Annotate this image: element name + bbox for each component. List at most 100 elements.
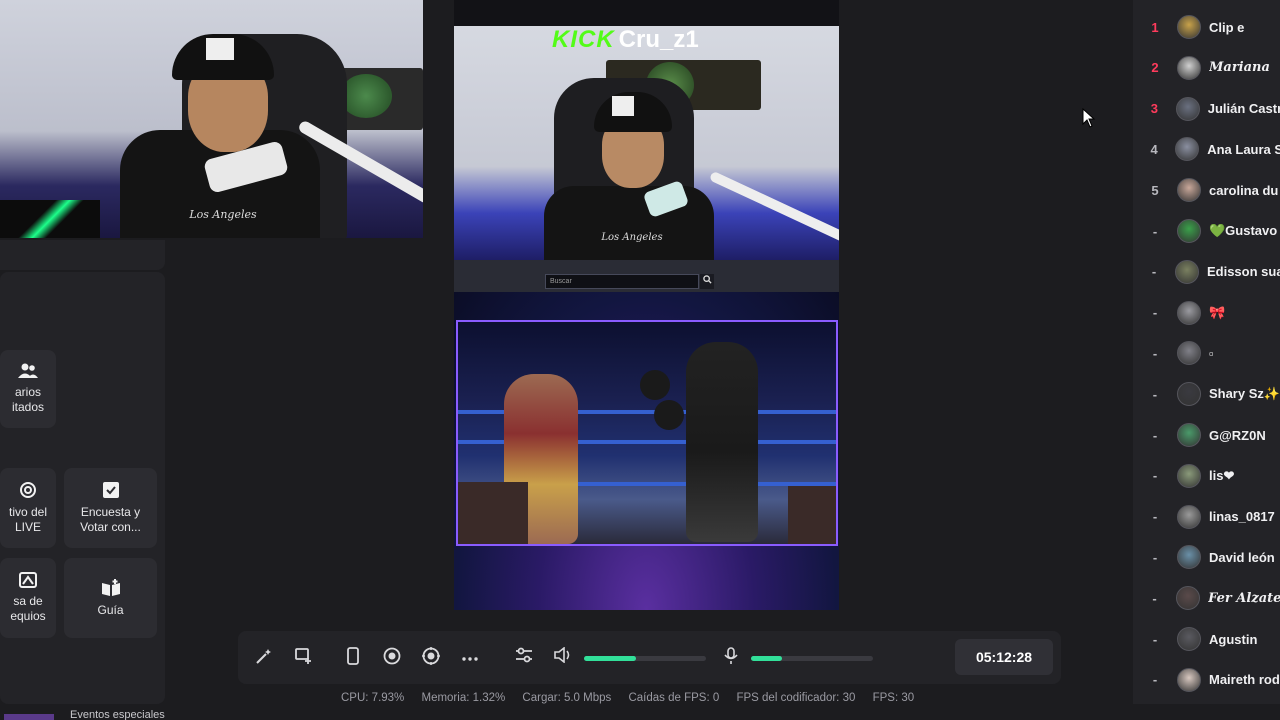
viewer-row[interactable]: - David león xyxy=(1133,542,1280,572)
live-goal-button[interactable]: tivo del LIVE xyxy=(0,468,56,548)
viewer-name: Mariana xyxy=(1209,60,1270,76)
users-icon xyxy=(18,363,38,381)
invited-users-button[interactable]: arios itados xyxy=(0,350,56,428)
magic-effects-button[interactable] xyxy=(253,647,275,669)
microphone-button[interactable] xyxy=(720,647,742,669)
viewer-rank: 2 xyxy=(1151,60,1159,76)
ringside-crowd xyxy=(458,482,528,544)
viewer-name: Clip e xyxy=(1209,19,1245,35)
fps-stat: FPS: 30 xyxy=(872,692,915,704)
viewer-row[interactable]: - Maireth rod xyxy=(1133,665,1280,695)
viewer-name: Agustin xyxy=(1209,631,1258,647)
team-battle-button[interactable]: sa de equios xyxy=(0,558,56,638)
avatar[interactable] xyxy=(1177,423,1201,447)
microphone-icon xyxy=(724,647,738,664)
audio-settings-button[interactable] xyxy=(513,647,535,669)
avatar[interactable] xyxy=(1177,463,1201,488)
viewer-row[interactable]: - ▫ xyxy=(1133,338,1280,368)
special-events-label[interactable]: Eventos especiales xyxy=(70,709,165,720)
viewer-name: carolina du xyxy=(1209,182,1279,198)
guide-book-icon xyxy=(101,578,121,599)
viewer-name: Edisson sua xyxy=(1206,264,1280,280)
viewer-row[interactable]: - Edisson sua xyxy=(1133,257,1280,287)
avatar[interactable] xyxy=(1177,545,1201,570)
encoder-fps-stat: FPS del codificador: 30 xyxy=(736,692,856,704)
avatar[interactable] xyxy=(1176,586,1201,611)
mouse-cursor-icon xyxy=(1082,108,1096,128)
avatar[interactable] xyxy=(1177,219,1201,243)
viewer-rank: 5 xyxy=(1151,182,1159,198)
volume-slider[interactable] xyxy=(584,656,706,661)
more-options-button[interactable] xyxy=(459,647,481,669)
speaker-button[interactable] xyxy=(552,646,574,669)
search-input[interactable]: Buscar xyxy=(545,274,699,289)
stream-stats: CPU: 7.93% Memoria: 1.32% Cargar: 5.0 Mb… xyxy=(341,692,928,704)
shirt-text: Los Angeles xyxy=(601,232,663,243)
avatar[interactable] xyxy=(1177,341,1201,366)
streamer-name: Cru_z1 xyxy=(618,26,699,53)
viewer-rank: - xyxy=(1152,223,1158,239)
avatar[interactable] xyxy=(1177,667,1201,692)
avatar[interactable] xyxy=(1176,382,1201,407)
teams-icon xyxy=(19,572,37,590)
speaker-icon xyxy=(554,646,570,664)
poster-logo xyxy=(340,74,392,118)
avatar[interactable] xyxy=(1177,55,1201,80)
ringside-crowd xyxy=(788,486,836,544)
viewer-name: ▫ xyxy=(1209,345,1214,361)
tool-label-line2: Votar con... xyxy=(80,520,141,534)
cap-badge xyxy=(206,38,234,60)
viewer-row[interactable]: - 💚Gustavo xyxy=(1133,216,1280,246)
avatar[interactable] xyxy=(1175,137,1200,162)
mic-slider[interactable] xyxy=(751,656,873,661)
viewer-row[interactable]: - 🎀 xyxy=(1133,298,1280,328)
viewer-row[interactable]: - Fer Alzate xyxy=(1133,583,1280,613)
viewer-rank: 4 xyxy=(1150,141,1158,157)
avatar[interactable] xyxy=(1177,300,1201,325)
record-button[interactable] xyxy=(381,647,403,669)
left-panel-header xyxy=(0,240,165,270)
avatar[interactable] xyxy=(1177,627,1201,651)
poll-button[interactable]: Encuesta y Votar con... xyxy=(64,468,157,548)
upload-stat: Cargar: 5.0 Mbps xyxy=(522,692,612,704)
viewer-row[interactable]: 4 Ana Laura S xyxy=(1133,134,1280,164)
viewer-row[interactable]: 5 carolina du xyxy=(1133,175,1280,205)
live-timer: 05:12:28 xyxy=(955,639,1053,675)
avatar[interactable] xyxy=(1177,15,1201,39)
viewer-name: linas_0817 xyxy=(1209,509,1275,525)
viewer-row[interactable]: - Shary Sz✨ xyxy=(1133,379,1280,409)
add-source-button[interactable] xyxy=(293,647,315,669)
streamer-body xyxy=(544,186,714,260)
avatar[interactable] xyxy=(1174,259,1199,284)
tool-label-line2: itados xyxy=(11,400,45,414)
viewer-name: David león xyxy=(1209,549,1275,565)
viewer-row[interactable]: - linas_0817 xyxy=(1133,502,1280,532)
viewer-name: Ana Laura S xyxy=(1207,141,1280,157)
preview-topbar xyxy=(454,0,839,26)
live-studio-app: Los Angeles arios itados tivo del LIVE E… xyxy=(0,0,1280,720)
viewer-row[interactable]: - lis❤ xyxy=(1133,461,1280,491)
viewer-rank: - xyxy=(1151,264,1157,280)
avatar[interactable] xyxy=(1177,504,1201,529)
viewer-rank: 1 xyxy=(1151,19,1159,35)
viewer-row[interactable]: 2 Mariana xyxy=(1133,53,1280,83)
broadcast-button[interactable] xyxy=(420,647,442,669)
search-icon[interactable] xyxy=(700,274,714,289)
viewer-row[interactable]: - G@RZ0N xyxy=(1133,420,1280,450)
viewer-name: 🎀 xyxy=(1209,304,1226,320)
guide-button[interactable]: Guía xyxy=(64,558,157,638)
shirt-text: Los Angeles xyxy=(189,208,257,221)
viewer-row[interactable]: 3 Julián Castr xyxy=(1133,94,1280,124)
avatar[interactable] xyxy=(1175,96,1200,121)
viewer-row[interactable]: 1 Clip e xyxy=(1133,12,1280,42)
avatar[interactable] xyxy=(1177,178,1201,203)
phone-button[interactable] xyxy=(342,647,364,669)
viewer-row[interactable]: - Agustin xyxy=(1133,624,1280,654)
tool-label-line1: arios xyxy=(14,385,41,399)
control-bar: 05:12:28 xyxy=(238,631,1061,684)
viewer-name: Maireth rod xyxy=(1209,672,1280,688)
tool-label-line1: sa de xyxy=(13,594,43,608)
boxing-video xyxy=(456,320,838,546)
viewer-name: lis❤ xyxy=(1209,467,1235,483)
poll-check-icon xyxy=(102,481,120,501)
